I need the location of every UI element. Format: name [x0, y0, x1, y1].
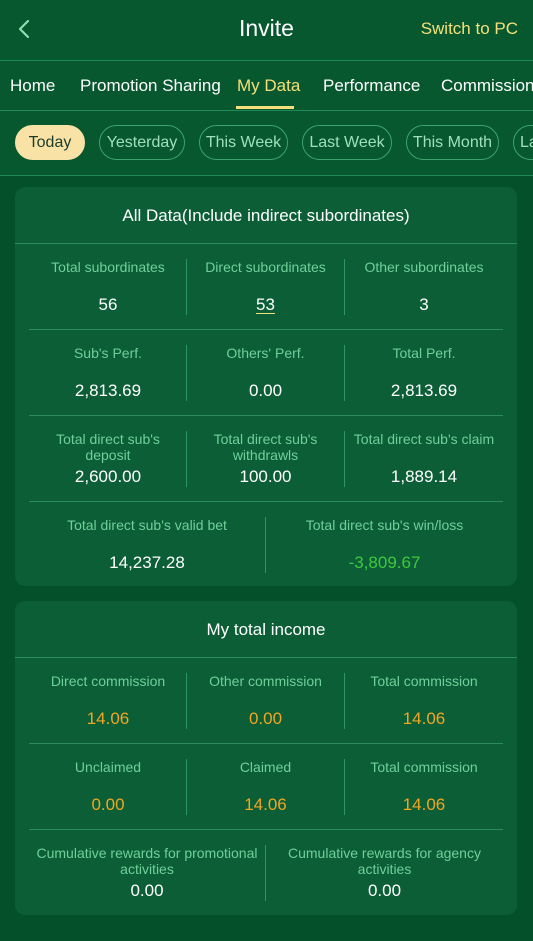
chips-divider — [0, 175, 533, 176]
other-commission-value: 0.00 — [248, 709, 283, 728]
switch-to-pc-link[interactable]: Switch to PC — [421, 19, 518, 39]
total-perf-value: 2,813.69 — [390, 381, 458, 400]
others-perf-label: Others' Perf. — [226, 345, 305, 361]
nav-tabs: Home Promotion Sharing My Data Performan… — [0, 61, 533, 110]
subs-perf-value: 2,813.69 — [74, 381, 142, 400]
active-tab-indicator — [236, 106, 294, 109]
other-subordinates-value: 3 — [419, 295, 429, 314]
direct-claim-label: Total direct sub's claim — [353, 431, 495, 447]
period-last-week[interactable]: Last Week — [302, 125, 392, 160]
promo-rewards-label: Cumulative rewards for promotional activ… — [29, 845, 265, 877]
income-card: My total income Direct commission 14.06 … — [15, 601, 517, 915]
total-commission-value: 14.06 — [402, 795, 446, 814]
all-data-title: All Data(Include indirect subordinates) — [122, 206, 410, 225]
unclaimed-label: Unclaimed — [74, 759, 142, 775]
period-this-week[interactable]: This Week — [199, 125, 288, 160]
total-commission-label: Total commission — [370, 759, 478, 775]
income-title: My total income — [206, 620, 326, 639]
promo-rewards-value: 0.00 — [130, 881, 164, 900]
agency-rewards-value: 0.00 — [367, 881, 402, 900]
promo-rewards-label-line2: activities — [120, 861, 174, 877]
unclaimed-value: 0.00 — [91, 795, 125, 814]
total-commission-value: 14.06 — [402, 709, 446, 728]
direct-withdrawls-value: 100.00 — [239, 467, 292, 486]
total-commission-label: Total commission — [370, 673, 478, 689]
claimed-value: 14.06 — [244, 795, 287, 814]
direct-subordinates-label: Direct subordinates — [205, 259, 326, 275]
direct-winloss-value: -3,809.67 — [348, 553, 421, 572]
agency-rewards-label-line1: Cumulative rewards for agency — [288, 845, 481, 861]
direct-deposit-value: 2,600.00 — [74, 467, 142, 486]
tab-performance[interactable]: Performance — [323, 76, 420, 96]
row-divider — [29, 829, 503, 830]
direct-winloss-label: Total direct sub's win/loss — [305, 517, 464, 533]
tab-commission[interactable]: Commission — [441, 76, 533, 96]
direct-commission-label: Direct commission — [50, 673, 166, 689]
direct-withdrawls-label-line1: Total direct sub's — [213, 431, 318, 447]
direct-deposit-label-line1: Total direct sub's — [56, 431, 160, 447]
direct-claim-value: 1,889.14 — [390, 467, 458, 486]
direct-commission-value: 14.06 — [86, 709, 130, 728]
period-yesterday[interactable]: Yesterday — [99, 125, 185, 160]
row-divider — [29, 501, 503, 502]
app-header: Invite Switch to PC — [0, 0, 533, 60]
card-divider — [15, 657, 517, 658]
direct-valid-bet-label: Total direct sub's valid bet — [67, 517, 227, 533]
row-divider — [29, 743, 503, 744]
all-data-card: All Data(Include indirect subordinates) … — [15, 187, 517, 586]
promo-rewards-label-line1: Cumulative rewards for promotional — [36, 845, 258, 861]
period-last-month[interactable]: La — [513, 125, 533, 160]
tab-home[interactable]: Home — [10, 76, 55, 96]
direct-withdrawls-label: Total direct sub's withdrawls — [187, 431, 344, 463]
direct-subordinates-cell: 53 — [187, 295, 344, 315]
total-subordinates-value: 56 — [98, 295, 118, 314]
other-commission-label: Other commission — [209, 673, 322, 689]
other-subordinates-label: Other subordinates — [364, 259, 484, 275]
period-this-month[interactable]: This Month — [406, 125, 499, 160]
tab-my-data[interactable]: My Data — [237, 76, 300, 96]
direct-withdrawls-label-line2: withdrawls — [232, 447, 299, 463]
claimed-label: Claimed — [239, 759, 292, 775]
total-perf-label: Total Perf. — [392, 345, 456, 361]
card-divider — [15, 243, 517, 244]
direct-deposit-label: Total direct sub's deposit — [29, 431, 187, 463]
total-subordinates-label: Total subordinates — [51, 259, 165, 275]
subs-perf-label: Sub's Perf. — [73, 345, 143, 361]
row-divider — [29, 415, 503, 416]
direct-deposit-label-line2: deposit — [85, 447, 131, 463]
agency-rewards-label-line2: activities — [357, 861, 412, 877]
tab-promotion-sharing[interactable]: Promotion Sharing — [80, 76, 221, 96]
direct-subordinates-link[interactable]: 53 — [256, 295, 275, 314]
row-divider — [29, 329, 503, 330]
direct-valid-bet-value: 14,237.28 — [109, 553, 185, 572]
others-perf-value: 0.00 — [248, 381, 283, 400]
period-filter: Today Yesterday This Week Last Week This… — [0, 111, 533, 175]
agency-rewards-label: Cumulative rewards for agency activities — [266, 845, 503, 877]
period-today[interactable]: Today — [15, 125, 85, 160]
